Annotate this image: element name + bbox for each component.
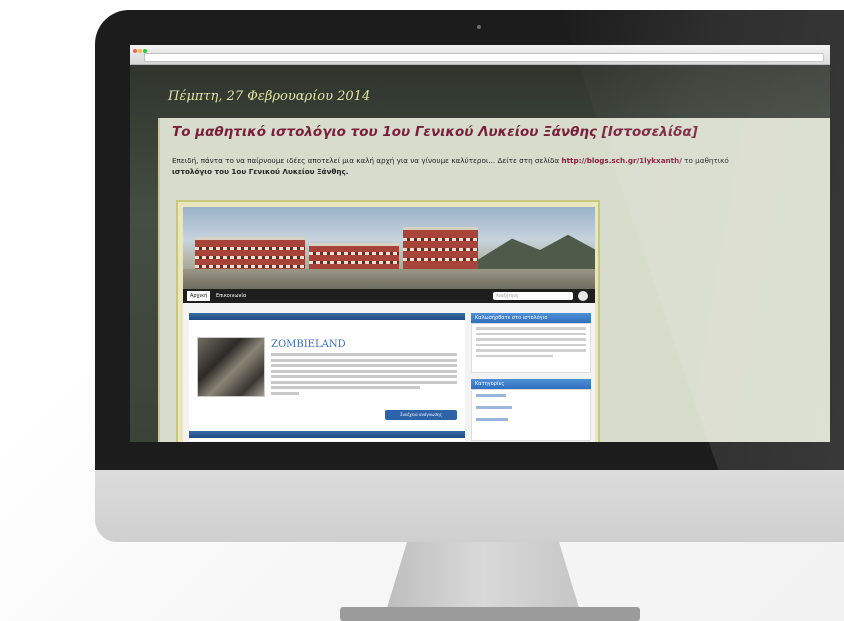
sidebar-welcome-box <box>471 323 591 373</box>
embedded-search-input[interactable]: Αναζήτηση <box>493 292 573 300</box>
monitor-chin <box>95 470 844 542</box>
school-building-center <box>309 243 399 269</box>
movie-excerpt <box>271 353 457 395</box>
movie-title[interactable]: ZOMBIELAND <box>271 339 346 350</box>
content-bottom-bar <box>189 431 465 438</box>
address-bar[interactable] <box>144 53 824 62</box>
post-title[interactable]: Το μαθητικό ιστολόγιο του 1ου Γενικού Λυ… <box>172 124 698 140</box>
monitor-stand-base <box>340 607 640 621</box>
sidebar-welcome-text <box>476 327 586 357</box>
content-top-bar <box>189 313 465 320</box>
webcam-dot <box>477 25 481 29</box>
embedded-content-column: ZOMBIELAND Συνέχεια ανάγνωσης <box>189 313 465 441</box>
post-text-after-link: το μαθητικό <box>684 156 729 165</box>
close-window-icon[interactable] <box>133 49 137 53</box>
mountain-shape <box>463 234 595 269</box>
minimize-window-icon[interactable] <box>138 49 142 53</box>
sidebar-heading-categories: Κατηγορίες <box>471 379 591 389</box>
school-building-right <box>403 227 478 271</box>
sidebar-categories-box <box>471 389 591 441</box>
school-banner-image <box>183 207 595 289</box>
embedded-main: ZOMBIELAND Συνέχεια ανάγνωσης Καλωσήρθατ… <box>183 303 595 442</box>
post-text-bold: ιστολόγιο του 1ου Γενικού Λυκείου Ξάνθης… <box>172 167 349 176</box>
embedded-sidebar: Καλωσήρθατε στο ιστολόγιο Κατηγορίες <box>471 313 591 441</box>
post-body: Επειδή, πάντα το να παίρνουμε ιδέες αποτ… <box>172 155 812 177</box>
post-link[interactable]: http://blogs.sch.gr/1lykxanth/ <box>561 156 681 165</box>
school-building-left <box>195 237 305 271</box>
post-text-before-link: Επειδή, πάντα το να παίρνουμε ιδέες αποτ… <box>172 156 560 165</box>
sidebar-heading-welcome: Καλωσήρθατε στο ιστολόγιο <box>471 313 591 323</box>
category-item[interactable] <box>476 394 506 397</box>
nav-tab-contact[interactable]: Επικοινωνία <box>213 291 249 301</box>
browser-screen: Πέμπτη, 27 Φεβρουαρίου 2014 Το μαθητικό … <box>130 45 830 442</box>
category-item[interactable] <box>476 418 508 421</box>
browser-toolbar <box>130 45 830 65</box>
read-more-button[interactable]: Συνέχεια ανάγνωσης <box>385 410 457 420</box>
movie-poster-image <box>197 337 265 397</box>
nav-tab-home[interactable]: Αρχική <box>187 291 211 301</box>
embedded-site-screenshot[interactable]: Αρχική Επικοινωνία Αναζήτηση ZOMBIELAND <box>176 200 600 442</box>
search-icon[interactable] <box>578 291 588 301</box>
embedded-nav-bar: Αρχική Επικοινωνία Αναζήτηση <box>183 289 595 303</box>
post-date: Πέμπτη, 27 Φεβρουαρίου 2014 <box>168 89 371 104</box>
category-item[interactable] <box>476 406 512 409</box>
schoolyard <box>183 269 595 289</box>
blog-post: Το μαθητικό ιστολόγιο του 1ου Γενικού Λυ… <box>158 118 830 442</box>
